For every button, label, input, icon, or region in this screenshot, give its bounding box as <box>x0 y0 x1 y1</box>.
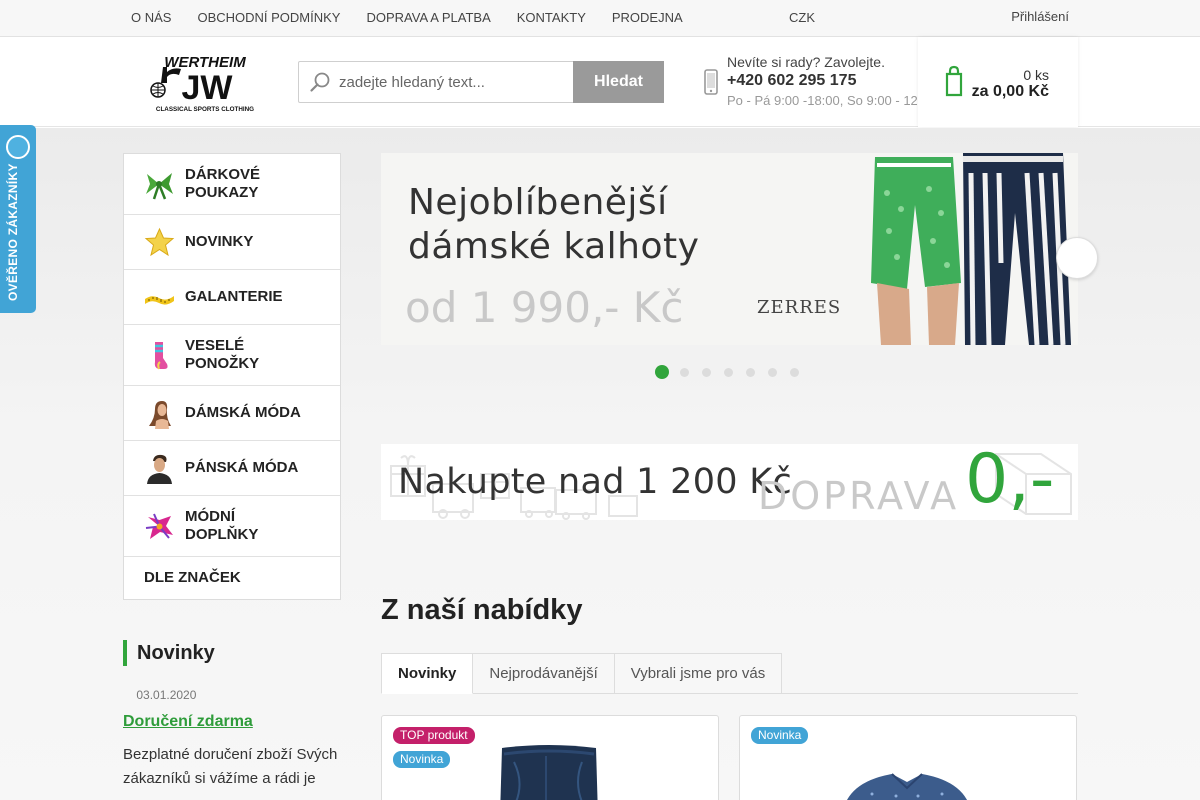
shipping-banner-text: Nakupte nad 1 200 Kč <box>398 462 793 502</box>
phone-icon <box>704 69 718 95</box>
news-article-excerpt: Bezplatné doručení zboží Svých zákazníků… <box>123 746 338 787</box>
search-input[interactable] <box>339 62 571 102</box>
man-icon <box>147 454 172 484</box>
help-contact: Nevíte si rady? Zavolejte. +420 602 295 … <box>727 54 917 108</box>
sidebar-item-label: VESELÉ PONOŽKY <box>185 337 260 372</box>
cart-count: 0 ks <box>1023 67 1049 83</box>
sidebar-item-haberdashery[interactable]: GALANTERIE <box>124 270 340 325</box>
shipping-banner-word: DOPRAVA <box>758 474 960 518</box>
badge-new: Novinka <box>751 727 809 744</box>
verified-seal-icon <box>6 135 30 159</box>
gift-bow-icon <box>146 172 173 199</box>
header: WERTHEIM JW CLASSICAL SPORTS CLOTHING Hl… <box>0 37 1200 127</box>
slide-dot[interactable] <box>746 367 755 377</box>
badge-new: Novinka <box>393 751 451 768</box>
tab-bestsellers[interactable]: Nejprodávanější <box>473 653 615 694</box>
sidebar-item-socks[interactable]: VESELÉ PONOŽKY <box>124 325 340 386</box>
help-phone[interactable]: +420 602 295 175 <box>727 72 917 90</box>
help-hours: Po - Pá 9:00 -18:00, So 9:00 - 12 <box>727 93 917 108</box>
sock-icon <box>154 341 168 369</box>
slide-dot[interactable] <box>790 367 799 377</box>
logo-subtitle: CLASSICAL SPORTS CLOTHING <box>156 106 254 113</box>
cart-total: za 0,00 Kč <box>971 83 1049 100</box>
slide-dot[interactable] <box>724 367 733 377</box>
verified-badge-text: OVĚŘENO ZÁKAZNÍKY <box>6 163 20 301</box>
sidebar-item-womens-fashion[interactable]: DÁMSKÁ MÓDA <box>124 386 340 441</box>
banner-brand: ZERRES <box>757 297 842 318</box>
svg-text:JW: JW <box>182 69 234 107</box>
top-nav: O NÁS OBCHODNÍ PODMÍNKY DOPRAVA A PLATBA… <box>118 0 696 36</box>
sidebar-item-new[interactable]: NOVINKY <box>124 215 340 270</box>
verified-badge[interactable]: OVĚŘENO ZÁKAZNÍKY <box>0 125 36 313</box>
currency-label: CZK <box>789 10 815 25</box>
sidebar-item-by-brand[interactable]: DLE ZNAČEK <box>124 557 340 599</box>
sidebar-item-accessories[interactable]: MÓDNÍ DOPLŇKY <box>124 496 340 557</box>
search-button[interactable]: Hledat <box>573 61 664 103</box>
jeans-image <box>500 745 598 800</box>
cart[interactable]: 0 ks za 0,00 Kč <box>918 37 1078 127</box>
search-icon <box>310 72 330 92</box>
sidebar-item-gift-vouchers[interactable]: DÁRKOVÉ POUKAZY <box>124 154 340 215</box>
top-nav-about[interactable]: O NÁS <box>118 0 184 36</box>
sidebar-item-mens-fashion[interactable]: PÁNSKÁ MÓDA <box>124 441 340 496</box>
sidebar-item-label: DLE ZNAČEK <box>144 569 241 586</box>
offers-heading: Z naší nabídky <box>381 594 583 626</box>
shipping-banner-price: 0,- <box>965 444 1055 519</box>
product-card[interactable]: Novinka <box>739 715 1077 800</box>
top-nav-shipping[interactable]: DOPRAVA A PLATBA <box>353 0 503 36</box>
banner-price: od 1 990,- Kč <box>405 283 684 332</box>
news-date-text: 03.01.2020 <box>136 688 197 702</box>
top-nav-store[interactable]: PRODEJNA <box>599 0 696 36</box>
banner-headline-line1: Nejoblíbenější <box>408 182 668 223</box>
offers-tabs: Novinky Nejprodávanější Vybrali jsme pro… <box>381 653 1078 694</box>
slide-dot[interactable] <box>768 367 777 377</box>
woman-icon <box>149 400 171 429</box>
login-label: Přihlášení <box>1011 9 1069 24</box>
currency-selector[interactable]: CZK <box>789 0 815 37</box>
tab-new[interactable]: Novinky <box>381 653 474 694</box>
sidebar-item-label: DÁRKOVÉ POUKAZY <box>185 166 261 201</box>
measuring-tape-icon <box>145 295 174 305</box>
hero-banner[interactable]: Nejoblíbenější dámské kalhoty od 1 990,-… <box>381 153 1078 345</box>
banner-pagination <box>655 365 812 379</box>
slide-dot[interactable] <box>680 367 689 377</box>
news-article-link[interactable]: Doručení zdarma <box>123 713 253 731</box>
slide-dot[interactable] <box>655 365 669 379</box>
news-heading: Novinky <box>123 640 215 666</box>
top-bar: O NÁS OBCHODNÍ PODMÍNKY DOPRAVA A PLATBA… <box>0 0 1200 37</box>
star-icon <box>144 227 175 256</box>
login-link[interactable]: Přihlášení <box>998 0 1069 34</box>
badge-top-product: TOP produkt <box>393 727 475 744</box>
product-card[interactable]: TOP produkt Novinka <box>381 715 719 800</box>
top-nav-terms[interactable]: OBCHODNÍ PODMÍNKY <box>184 0 353 36</box>
sidebar-item-label: NOVINKY <box>185 233 254 250</box>
category-sidebar: DÁRKOVÉ POUKAZY NOVINKY GALANTERIE VESEL… <box>123 153 341 600</box>
banner-headline-line2: dámské kalhoty <box>408 226 700 267</box>
news-date: 03.01.2020 <box>123 688 196 702</box>
sidebar-item-label: GALANTERIE <box>185 288 283 305</box>
slide-dot[interactable] <box>702 367 711 377</box>
search-box: Hledat <box>298 61 664 103</box>
shirt-image <box>847 773 967 800</box>
help-text: Nevíte si rady? Zavolejte. <box>727 54 885 70</box>
free-shipping-banner[interactable]: Nakupte nad 1 200 Kč DOPRAVA 0,- <box>381 444 1078 520</box>
banner-next-button[interactable] <box>1056 237 1098 279</box>
cart-icon <box>945 65 963 97</box>
logo[interactable]: WERTHEIM JW CLASSICAL SPORTS CLOTHING <box>147 53 263 113</box>
flower-icon <box>145 513 173 539</box>
sidebar-item-label: DÁMSKÁ MÓDA <box>185 404 301 421</box>
tab-picked-for-you[interactable]: Vybrali jsme pro vás <box>614 653 783 694</box>
banner-headline: Nejoblíbenější dámské kalhoty <box>408 181 699 269</box>
sidebar-item-label: PÁNSKÁ MÓDA <box>185 459 299 476</box>
sidebar-item-label: MÓDNÍ DOPLŇKY <box>185 508 259 543</box>
top-nav-contacts[interactable]: KONTAKTY <box>504 0 599 36</box>
banner-trousers-image <box>867 153 1078 345</box>
